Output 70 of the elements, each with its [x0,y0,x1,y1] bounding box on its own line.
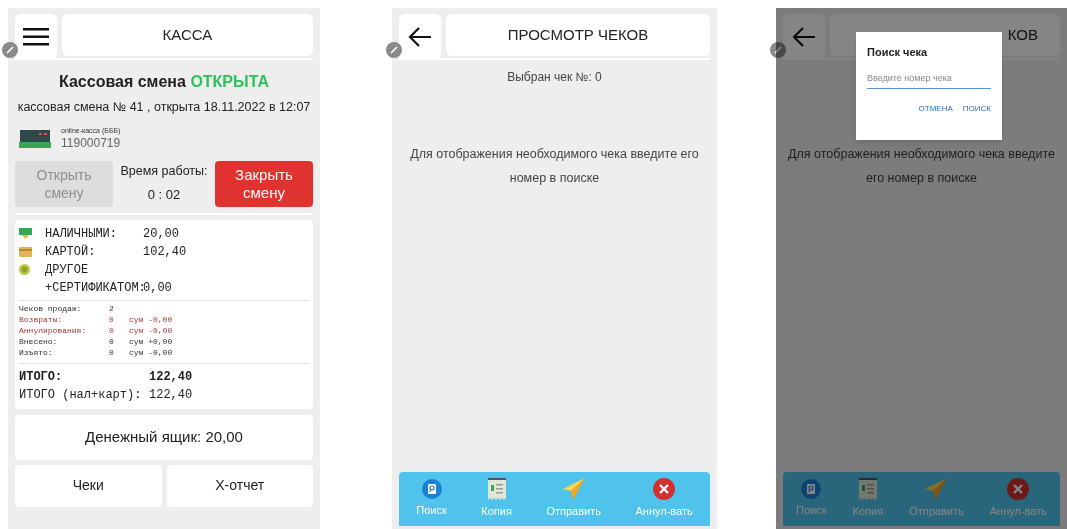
toolbar-button[interactable]: Отправить [909,478,964,520]
cancel-button[interactable]: ОТМЕНА [918,102,953,115]
search-document-icon [421,479,442,500]
stat-label: Аннулирования: [19,325,88,337]
x-report-button[interactable]: Х-отчет [166,464,313,507]
payment-amount: 0,00 [143,279,172,297]
pencil-icon[interactable] [770,42,786,58]
toolbar-button[interactable]: Аннул-вать [989,478,1047,520]
receipt-number-field[interactable]: Введите номер чека [867,68,991,89]
stat-label: Чеков продаж: [19,303,83,315]
receipt-icon [486,478,507,501]
stat-label: Возвраты: [19,314,64,326]
stat-sum: сум +0,00 [129,336,173,348]
cancel-icon [1007,478,1030,501]
cash-register-icon [19,127,51,150]
payment-label: +СЕРТИФИКАТОМ: [45,279,143,297]
stat-sum: сум -0,00 [129,325,173,337]
card-icon [19,246,32,257]
menu-button[interactable] [15,14,57,60]
total-amount: 122,40 [149,386,193,404]
device-number: 119000719 [61,135,121,151]
total-label: ИТОГО: [19,368,64,386]
stat-count: 0 [109,336,115,348]
stat-count: 0 [109,325,115,337]
payment-label: ДРУГОЕ [45,261,90,279]
total-label: ИТОГО (нал+карт): [19,386,143,404]
receipts-button[interactable]: Чеки [15,464,162,507]
payment-amount: 102,40 [143,243,187,261]
total-amount: 122,40 [149,368,193,386]
stat-sum: сум -0,00 [129,347,173,359]
coin-icon [19,264,30,275]
stat-label: Внесено: [19,336,59,348]
toolbar-button[interactable]: Копия [852,478,884,520]
back-button[interactable] [399,14,441,60]
toolbar-button[interactable]: Копия [481,478,512,520]
selected-receipt-label: Выбран чек №: 0 [507,69,602,86]
cash-drawer-button[interactable]: Денежный ящик: 20,00 [15,414,313,460]
search-button[interactable]: ПОИСК [962,102,991,115]
toolbar-button[interactable]: Поиск [416,479,447,519]
hint-message: Для отображения необходимого чека введите его номер в поиске [409,146,700,187]
work-time-label: Время работы: [120,163,208,181]
cash-icon [19,228,32,239]
payment-label: КАРТОЙ: [45,243,97,261]
paper-plane-icon [925,478,948,501]
close-shift-button[interactable]: Закрыть смену [215,160,313,207]
stat-label: Изъято: [19,347,54,359]
screen-title: КОВ [1007,24,1038,45]
payment-label: НАЛИЧНЫМИ: [45,225,118,243]
back-arrow-icon [792,27,816,47]
paper-plane-icon [562,478,585,501]
stat-count: 0 [109,347,115,359]
back-arrow-icon [408,27,432,47]
screen-title: ПРОСМОТР ЧЕКОВ [507,24,649,45]
toolbar-button[interactable]: Отправить [546,478,601,520]
stat-sum: сум -0,00 [129,314,173,326]
toolbar-button[interactable]: Аннул-вать [635,478,693,520]
work-time-value: 0 : 02 [147,186,181,205]
shift-info: кассовая смена № 41 , открыта 18.11.2022 в 12:07 [17,99,311,116]
search-document-icon [801,479,822,500]
hint-message: Для отображения необходимого чека введите его номер в поиске [787,146,1056,187]
shift-status-title: Кассовая смена ОТКРЫТА [59,72,269,92]
menu-icon [23,27,49,47]
toolbar-button[interactable]: Поиск [796,479,827,519]
cancel-icon [653,478,676,501]
dialog-title: Поиск чека [867,45,929,60]
screen-title: КАССА [162,24,213,45]
stat-count: 2 [109,303,115,315]
stat-count: 0 [109,314,115,326]
receipt-icon [857,478,878,501]
payment-amount: 20,00 [143,225,179,243]
